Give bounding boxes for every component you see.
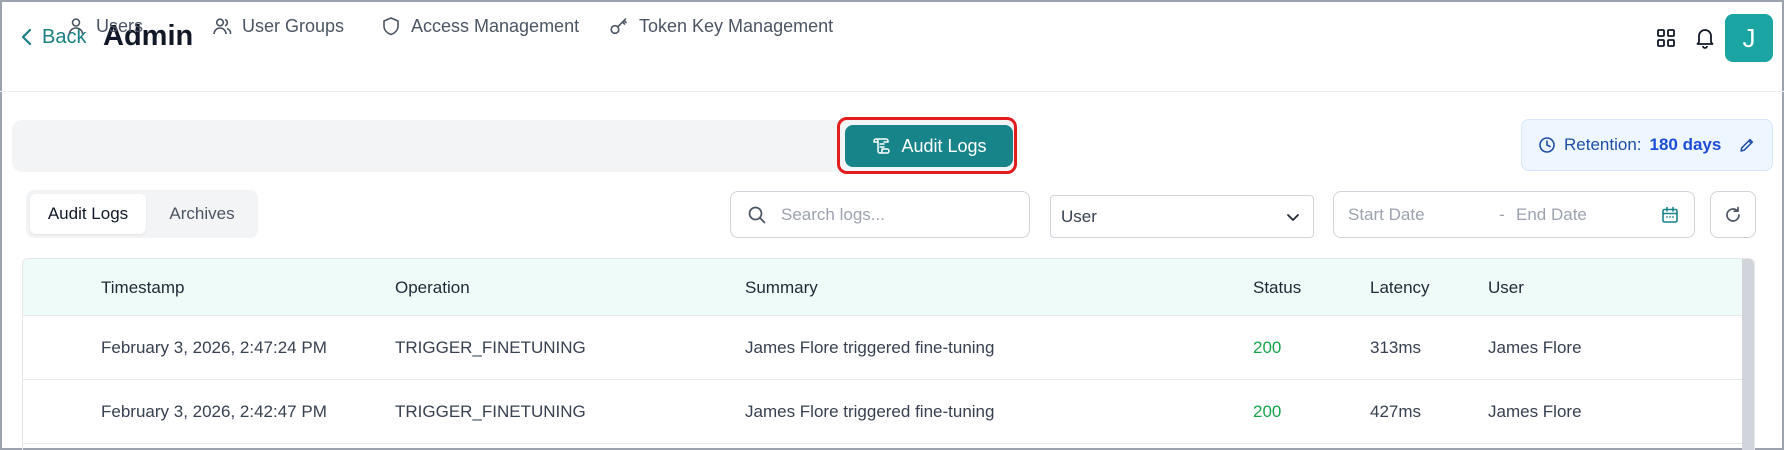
edit-retention-button[interactable] bbox=[1738, 136, 1756, 159]
avatar[interactable]: J bbox=[1725, 14, 1773, 62]
tab-users[interactable]: Users bbox=[66, 0, 143, 52]
date-separator: - bbox=[1499, 204, 1505, 224]
cell-operation: TRIGGER_FINETUNING bbox=[395, 338, 586, 357]
start-date-input[interactable]: Start Date bbox=[1348, 205, 1425, 225]
table-header: Timestamp Operation Summary Status Laten… bbox=[23, 259, 1743, 316]
table-row[interactable]: February 3, 2026, 2:42:47 PM TRIGGER_FIN… bbox=[23, 380, 1743, 444]
refresh-button[interactable] bbox=[1710, 191, 1756, 238]
tab-label: User Groups bbox=[242, 15, 345, 36]
cell-summary: James Flore triggered fine-tuning bbox=[745, 402, 995, 421]
pencil-icon bbox=[1740, 138, 1754, 152]
column-header-summary[interactable]: Summary bbox=[745, 278, 818, 298]
subtab-audit-logs[interactable]: Audit Logs bbox=[30, 194, 146, 234]
user-filter-value: User bbox=[1061, 206, 1097, 226]
apps-grid-icon[interactable] bbox=[1652, 24, 1680, 52]
cell-latency: 313ms bbox=[1370, 338, 1422, 357]
clock-icon bbox=[1539, 137, 1555, 153]
cell-user: James Flore bbox=[1488, 338, 1582, 357]
tab-access-management[interactable]: Access Management bbox=[381, 0, 579, 52]
cell-status: 200 bbox=[1253, 338, 1282, 357]
retention-label: Retention: bbox=[1564, 135, 1642, 154]
retention-value: 180 days bbox=[1649, 135, 1722, 154]
column-header-user[interactable]: User bbox=[1488, 278, 1524, 298]
log-view-toggle: Audit Logs Archives bbox=[26, 190, 258, 238]
column-header-latency[interactable]: Latency bbox=[1370, 278, 1430, 298]
cell-operation: TRIGGER_FINETUNING bbox=[395, 402, 586, 421]
cell-user: James Flore bbox=[1488, 402, 1582, 421]
retention-badge: Retention: 180 days bbox=[1521, 119, 1773, 171]
bell-icon[interactable] bbox=[1691, 24, 1719, 52]
tab-audit-logs[interactable]: Audit Logs bbox=[845, 125, 1013, 167]
tab-label: Token Key Management bbox=[639, 15, 834, 36]
users-icon bbox=[213, 18, 232, 35]
cell-status: 200 bbox=[1253, 402, 1282, 421]
cell-timestamp: February 3, 2026, 2:42:47 PM bbox=[101, 402, 327, 421]
audit-log-table: Timestamp Operation Summary Status Laten… bbox=[22, 258, 1755, 450]
shield-icon bbox=[383, 17, 399, 36]
tab-label: Access Management bbox=[411, 15, 580, 36]
chevron-down-icon bbox=[1287, 214, 1299, 221]
table-scrollbar[interactable] bbox=[1742, 259, 1754, 450]
tab-label: Audit Logs bbox=[901, 135, 987, 156]
column-header-timestamp[interactable]: Timestamp bbox=[101, 278, 184, 298]
refresh-icon bbox=[1726, 206, 1740, 222]
table-row[interactable]: February 3, 2026, 2:47:24 PM TRIGGER_FIN… bbox=[23, 316, 1743, 380]
calendar-icon[interactable] bbox=[1660, 205, 1680, 225]
column-header-status[interactable]: Status bbox=[1253, 278, 1301, 298]
scroll-icon bbox=[873, 138, 891, 154]
cell-timestamp: February 3, 2026, 2:47:24 PM bbox=[101, 338, 327, 357]
search-field bbox=[730, 191, 1030, 238]
key-icon bbox=[610, 18, 627, 35]
tab-token-key-management[interactable]: Token Key Management bbox=[609, 0, 833, 52]
search-icon bbox=[748, 206, 766, 223]
end-date-input[interactable]: End Date bbox=[1516, 205, 1587, 225]
subtab-archives[interactable]: Archives bbox=[150, 194, 254, 234]
cell-summary: James Flore triggered fine-tuning bbox=[745, 338, 995, 357]
chevron-left-icon bbox=[21, 28, 32, 46]
date-range-picker[interactable]: Start Date - End Date bbox=[1333, 191, 1695, 238]
column-header-operation[interactable]: Operation bbox=[395, 278, 470, 298]
user-icon bbox=[68, 18, 84, 35]
cell-latency: 427ms bbox=[1370, 402, 1422, 421]
user-filter-select[interactable]: User bbox=[1050, 195, 1314, 238]
tab-label: Users bbox=[96, 15, 144, 36]
search-input[interactable] bbox=[781, 204, 1021, 225]
tab-user-groups[interactable]: User Groups bbox=[212, 0, 344, 52]
